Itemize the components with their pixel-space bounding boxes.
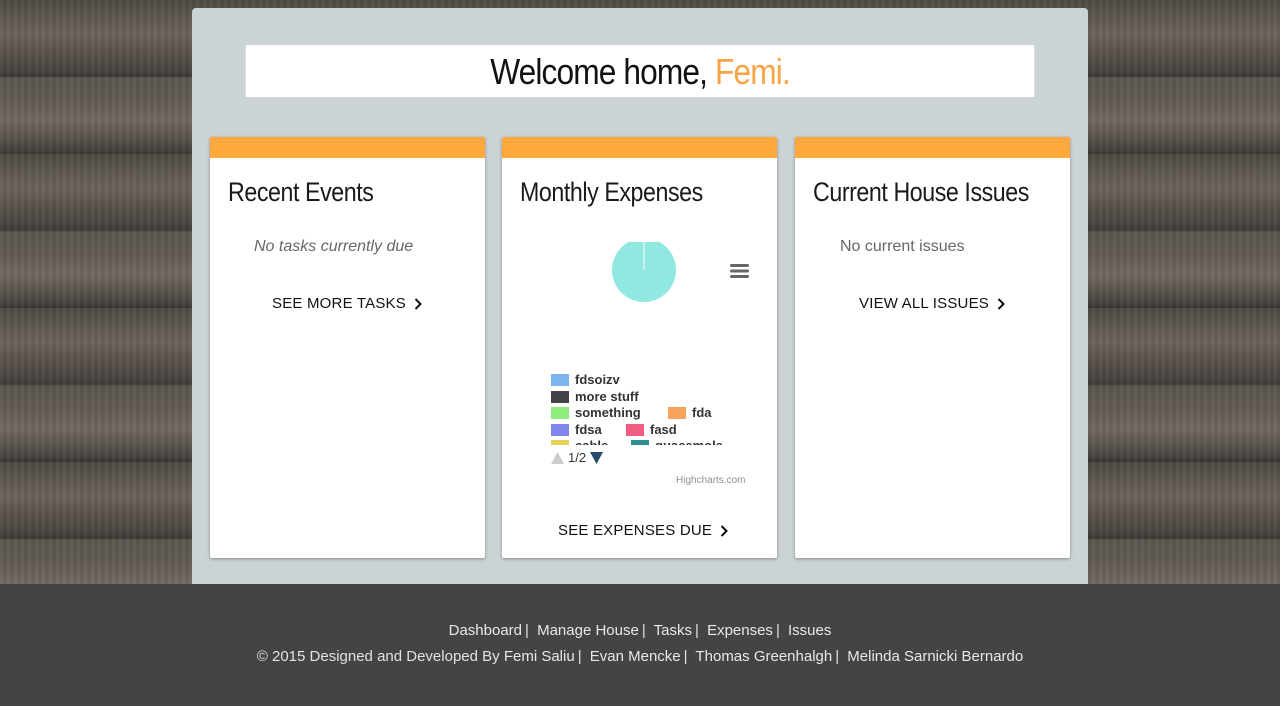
legend-swatch bbox=[551, 439, 569, 445]
legend-label: fda bbox=[692, 405, 712, 420]
card-title: Monthly Expenses bbox=[520, 177, 703, 207]
card-header-bar bbox=[210, 137, 485, 158]
chart-legend: fdsoizv more stuffsomething fda fdsa fasd cab… bbox=[551, 372, 751, 445]
legend-swatch bbox=[551, 390, 569, 403]
empty-tasks-message: No tasks currently due bbox=[254, 238, 414, 255]
welcome-banner: Welcome home, Femi. bbox=[245, 45, 1035, 97]
legend-label: fasd bbox=[650, 422, 677, 437]
footer-link-manage-house[interactable]: Manage House bbox=[537, 622, 639, 639]
view-all-issues-link[interactable]: VIEW ALL ISSUES bbox=[859, 295, 1005, 312]
recent-events-card: Recent Events No tasks currently due SEE… bbox=[210, 137, 485, 558]
card-title: Recent Events bbox=[228, 177, 374, 207]
footer-link-tasks[interactable]: Tasks bbox=[654, 622, 692, 639]
legend-swatch bbox=[551, 373, 569, 386]
chevron-right-icon bbox=[997, 297, 1005, 310]
legend-swatch bbox=[551, 423, 569, 436]
link-label: VIEW ALL ISSUES bbox=[859, 295, 989, 312]
legend-pager: 1/2 bbox=[551, 450, 604, 465]
see-more-tasks-link[interactable]: SEE MORE TASKS bbox=[272, 295, 422, 312]
legend-item[interactable]: more stuff bbox=[551, 389, 639, 404]
legend-down-arrow-icon[interactable] bbox=[590, 451, 604, 464]
house-issues-card: Current House Issues No current issues V… bbox=[795, 137, 1070, 558]
legend-label: fdsa bbox=[575, 422, 602, 437]
footer-credits: © 2015 Designed and Developed By Femi Sa… bbox=[256, 648, 1024, 665]
legend-up-arrow-icon[interactable] bbox=[551, 451, 564, 464]
card-header-bar bbox=[795, 137, 1070, 158]
expenses-pie-chart: fdsoizv more stuffsomething fda fdsa fasd cab… bbox=[530, 238, 760, 492]
footer-link-issues[interactable]: Issues bbox=[788, 622, 831, 639]
user-name: Femi. bbox=[714, 51, 791, 92]
empty-issues-message: No current issues bbox=[840, 238, 965, 255]
highcharts-credit[interactable]: Highcharts.com bbox=[676, 475, 745, 486]
legend-item[interactable]: fasd bbox=[626, 422, 677, 437]
card-title: Current House Issues bbox=[813, 177, 1029, 207]
see-expenses-due-link[interactable]: SEE EXPENSES DUE bbox=[558, 522, 729, 539]
footer-link-dashboard[interactable]: Dashboard bbox=[449, 622, 522, 639]
legend-swatch bbox=[551, 406, 569, 419]
legend-item[interactable]: cable bbox=[551, 438, 608, 445]
link-label: SEE MORE TASKS bbox=[272, 295, 406, 312]
author-link-evan[interactable]: Evan Mencke bbox=[590, 648, 681, 665]
legend-swatch bbox=[668, 406, 686, 419]
legend-swatch bbox=[631, 439, 649, 445]
footer-link-expenses[interactable]: Expenses bbox=[707, 622, 773, 639]
legend-item[interactable]: fdsoizv bbox=[551, 372, 620, 387]
legend-label: guacamole bbox=[655, 438, 723, 445]
link-label: SEE EXPENSES DUE bbox=[558, 522, 713, 539]
legend-label: more stuff bbox=[575, 389, 639, 404]
legend-swatch bbox=[626, 423, 644, 436]
legend-item[interactable]: fda bbox=[668, 405, 712, 420]
legend-item[interactable]: guacamole bbox=[631, 438, 723, 445]
author-link-thomas[interactable]: Thomas Greenhalgh bbox=[695, 648, 832, 665]
legend-label: something bbox=[575, 405, 641, 420]
monthly-expenses-card: Monthly Expenses fdsoizv more stuff someth… bbox=[502, 137, 777, 558]
card-header-bar bbox=[502, 137, 777, 158]
author-link-melinda[interactable]: Melinda Sarnicki Bernardo bbox=[847, 648, 1023, 665]
footer-nav: Dashboard | Manage House | Tasks | Expenses… bbox=[448, 622, 832, 639]
copyright-text: © 2015 Designed and Developed By bbox=[256, 648, 500, 665]
chevron-right-icon bbox=[414, 297, 422, 310]
welcome-text: Welcome home, bbox=[490, 51, 715, 92]
legend-page-label: 1/2 bbox=[568, 450, 587, 465]
footer: Dashboard | Manage House | Tasks | Expenses… bbox=[0, 584, 1280, 706]
chevron-right-icon bbox=[720, 524, 729, 537]
author-link-femi[interactable]: Femi Saliu bbox=[504, 648, 575, 665]
legend-item[interactable]: something bbox=[551, 405, 641, 420]
legend-label: fdsoizv bbox=[575, 372, 620, 387]
legend-label: cable bbox=[575, 438, 608, 445]
hamburger-icon[interactable] bbox=[730, 264, 749, 278]
main-panel: Welcome home, Femi. Recent Events No tas… bbox=[192, 8, 1088, 584]
legend-item[interactable]: fdsa bbox=[551, 422, 602, 437]
